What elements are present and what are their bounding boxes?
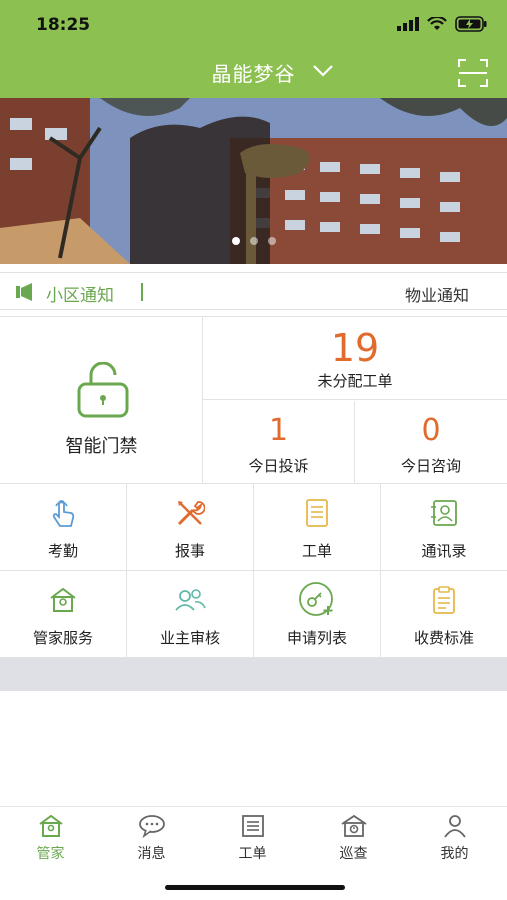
document-icon	[306, 499, 328, 527]
megaphone-icon	[16, 283, 32, 301]
lock-icon	[77, 362, 129, 418]
fee-standard-label: 收费标准	[413, 629, 474, 647]
home-indicator[interactable]	[165, 885, 345, 890]
owner-review-button[interactable]: 业主审核	[127, 571, 254, 658]
application-list-label: 申请列表	[286, 629, 347, 647]
complaints-count: 1	[268, 413, 289, 448]
complaints-label: 今日投诉	[248, 457, 309, 475]
dashboard-panel: 智能门禁 19 未分配工单 1 今日投诉 0 今日咨询	[0, 316, 507, 484]
today-consults[interactable]: 0 今日咨询	[355, 401, 507, 484]
contacts-button[interactable]: 通讯录	[381, 484, 507, 571]
butler-service-label: 管家服务	[32, 629, 93, 647]
smart-access-label: 智能门禁	[65, 436, 138, 457]
carousel-dots	[0, 237, 507, 245]
notice-cursor	[141, 283, 143, 301]
report-label: 报事	[174, 542, 205, 560]
tab-label: 工单	[238, 846, 267, 862]
patrol-icon	[341, 814, 366, 837]
list-icon	[241, 815, 264, 837]
tab-messages[interactable]: 消息	[101, 813, 202, 863]
report-button[interactable]: 报事	[127, 484, 254, 571]
unassigned-orders[interactable]: 19 未分配工单	[203, 317, 507, 400]
contacts-label: 通讯录	[421, 542, 467, 560]
chevron-down-icon[interactable]	[312, 64, 334, 78]
notice-label: 小区通知	[46, 286, 114, 306]
section-divider	[0, 658, 507, 691]
notice-bar[interactable]: 小区通知 物业通知	[0, 272, 507, 310]
users-icon	[175, 589, 206, 611]
carousel-dot[interactable]	[267, 237, 276, 245]
clipboard-icon	[433, 586, 455, 614]
attendance-button[interactable]: 考勤	[0, 484, 127, 571]
wifi-icon	[427, 17, 447, 30]
carousel-dot[interactable]	[249, 237, 258, 245]
consults-label: 今日咨询	[400, 457, 461, 475]
work-order-label: 工单	[301, 542, 332, 560]
contacts-icon	[431, 500, 457, 526]
carousel-dot[interactable]	[231, 237, 240, 245]
application-list-button[interactable]: 申请列表	[254, 571, 381, 658]
tools-icon	[177, 501, 205, 526]
today-complaints[interactable]: 1 今日投诉	[203, 401, 355, 484]
notice-ticker[interactable]: 物业通知	[405, 282, 469, 306]
consults-count: 0	[421, 413, 441, 448]
function-grid: 考勤 报事 工单 通讯录 管家服务 业主审核 申请列表 收费标准	[0, 484, 507, 658]
tab-butler[interactable]: 管家	[0, 813, 101, 863]
unassigned-count: 19	[330, 326, 380, 370]
app-header: 18:25 晶能梦谷	[0, 0, 507, 98]
battery-icon	[455, 16, 487, 32]
system-indicators	[397, 16, 487, 32]
fee-standard-button[interactable]: 收费标准	[381, 571, 507, 658]
house-icon	[38, 814, 63, 837]
house-icon	[50, 587, 76, 612]
work-order-button[interactable]: 工单	[254, 484, 381, 571]
scan-icon[interactable]	[457, 58, 489, 88]
tab-patrol[interactable]: 巡查	[303, 813, 404, 863]
smart-access-button[interactable]: 智能门禁	[0, 317, 203, 484]
community-title[interactable]: 晶能梦谷	[212, 62, 296, 86]
unassigned-label: 未分配工单	[317, 372, 393, 390]
cellular-signal-icon	[397, 17, 419, 31]
tab-profile[interactable]: 我的	[404, 813, 505, 863]
status-bar: 18:25	[0, 0, 507, 50]
tab-work-orders[interactable]: 工单	[202, 813, 303, 863]
tab-label: 管家	[36, 846, 65, 862]
owner-review-label: 业主审核	[159, 629, 220, 647]
attendance-label: 考勤	[47, 542, 78, 560]
chat-icon	[138, 815, 165, 838]
person-icon	[443, 815, 466, 838]
touch-icon	[52, 500, 75, 527]
tab-label: 我的	[440, 846, 469, 862]
status-time: 18:25	[36, 15, 91, 35]
tab-label: 消息	[137, 846, 166, 862]
key-add-icon	[299, 582, 333, 616]
tab-label: 巡查	[339, 846, 368, 862]
butler-service-button[interactable]: 管家服务	[0, 571, 127, 658]
